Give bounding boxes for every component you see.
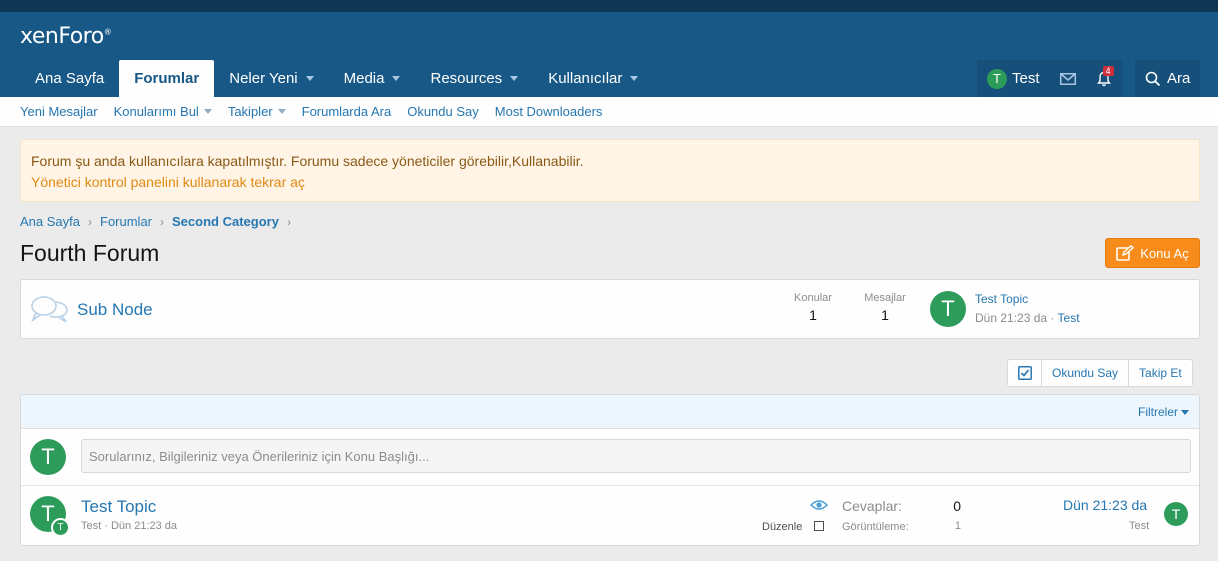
site-logo[interactable]: xenForo® xyxy=(20,24,112,49)
avatar[interactable]: T xyxy=(1164,502,1188,526)
replies-value: 0 xyxy=(953,498,961,514)
edit-checkbox[interactable] xyxy=(814,521,824,531)
sub-nav: Yeni Mesajlar Konularımı Bul Takipler Fo… xyxy=(0,97,1218,127)
search-label: Ara xyxy=(1167,70,1191,87)
breadcrumb: Ana Sayfa › Forumlar › Second Category › xyxy=(20,214,299,229)
notice-reopen-link[interactable]: Yönetici kontrol panelini kullanarak tek… xyxy=(31,172,1189,193)
filter-bar: Filtreler xyxy=(21,395,1199,429)
subnav-find-threads[interactable]: Konularımı Bul xyxy=(106,104,220,119)
subnav-new-posts[interactable]: Yeni Mesajlar xyxy=(12,104,106,119)
envelope-icon xyxy=(1059,72,1076,85)
table-row: T T Test Topic Test · Dün 21:23 da Düzen… xyxy=(21,486,1199,545)
messages-stat: Mesajlar 1 xyxy=(864,292,906,323)
checkbox-icon xyxy=(1017,366,1032,380)
main-nav: Ana Sayfa Forumlar Neler Yeni Media Reso… xyxy=(20,60,653,97)
select-toggle-button[interactable] xyxy=(1008,360,1042,386)
thread-meta: Test · Dün 21:23 da xyxy=(81,520,178,532)
subnav-search-forums[interactable]: Forumlarda Ara xyxy=(294,104,400,119)
account-button[interactable]: T Test xyxy=(977,60,1050,97)
user-area: T Test 4 xyxy=(977,60,1122,97)
forum-actions: Okundu Say Takip Et xyxy=(1007,359,1193,387)
filters-button[interactable]: Filtreler xyxy=(1138,405,1189,419)
last-poster-mini-avatar[interactable]: T xyxy=(51,518,70,537)
last-post-title[interactable]: Test Topic xyxy=(975,292,1028,306)
chevron-down-icon[interactable] xyxy=(305,76,314,81)
board-closed-notice: Forum şu anda kullanıcılara kapatılmıştı… xyxy=(20,139,1200,202)
chevron-down-icon[interactable] xyxy=(277,109,286,114)
thread-list: Filtreler T T T Test Topic Test · Dün 21… xyxy=(20,394,1200,546)
notice-text: Forum şu anda kullanıcılara kapatılmıştı… xyxy=(31,153,584,169)
username: Test xyxy=(1012,70,1040,87)
breadcrumb-category[interactable]: Second Category xyxy=(172,214,279,229)
topics-stat: Konular 1 xyxy=(794,292,832,323)
last-post-user[interactable]: Test xyxy=(1129,520,1149,532)
breadcrumb-home[interactable]: Ana Sayfa xyxy=(20,214,80,229)
avatar[interactable]: T xyxy=(930,291,966,327)
node-title[interactable]: Sub Node xyxy=(77,300,153,320)
replies-label: Cevaplar: xyxy=(842,498,902,514)
edit-icon xyxy=(1116,245,1135,261)
nav-members[interactable]: Kullanıcılar xyxy=(533,60,653,97)
nav-forums[interactable]: Forumlar xyxy=(119,60,215,97)
chevron-down-icon[interactable] xyxy=(392,76,401,81)
watch-button[interactable]: Takip Et xyxy=(1129,360,1192,386)
avatar[interactable]: T xyxy=(30,439,66,475)
subnav-mark-read[interactable]: Okundu Say xyxy=(399,104,487,119)
chevron-right-icon: › xyxy=(286,214,291,229)
search-button[interactable]: Ara xyxy=(1135,60,1201,97)
chevron-down-icon xyxy=(1181,409,1189,415)
alerts-button[interactable]: 4 xyxy=(1086,60,1122,97)
quick-thread-row: T xyxy=(21,429,1199,486)
views-label: Görüntüleme: xyxy=(842,521,909,533)
thread-title[interactable]: Test Topic xyxy=(81,497,156,517)
thread-date[interactable]: Dün 21:23 da xyxy=(111,520,177,532)
views-value: 1 xyxy=(954,520,961,532)
discussion-icon xyxy=(30,293,70,328)
edit-label: Düzenle xyxy=(762,521,803,533)
chevron-right-icon: › xyxy=(88,214,92,229)
nav-home[interactable]: Ana Sayfa xyxy=(20,60,119,97)
alerts-badge: 4 xyxy=(1102,66,1114,76)
chevron-right-icon: › xyxy=(160,214,165,229)
new-thread-button[interactable]: Konu Aç xyxy=(1105,238,1200,268)
last-post-meta: Dün 21:23 da · Test xyxy=(975,311,1080,325)
chevron-down-icon[interactable] xyxy=(630,76,639,81)
breadcrumb-forums[interactable]: Forumlar xyxy=(100,214,152,229)
search-icon xyxy=(1145,71,1161,86)
chevron-down-icon[interactable] xyxy=(203,109,212,114)
page-title: Fourth Forum xyxy=(20,240,160,266)
chevron-down-icon[interactable] xyxy=(510,76,519,81)
thread-author[interactable]: Test xyxy=(81,520,101,532)
mark-read-button[interactable]: Okundu Say xyxy=(1042,360,1130,386)
inbox-button[interactable] xyxy=(1050,60,1086,97)
quick-thread-title-input[interactable] xyxy=(81,439,1191,473)
last-post-date[interactable]: Dün 21:23 da xyxy=(1063,497,1147,513)
nav-media[interactable]: Media xyxy=(329,60,416,97)
site-header: xenForo® Ana Sayfa Forumlar Neler Yeni M… xyxy=(0,0,1218,97)
subnav-most-downloaders[interactable]: Most Downloaders xyxy=(487,104,611,119)
avatar: T xyxy=(987,68,1007,89)
nav-resources[interactable]: Resources xyxy=(415,60,533,97)
eye-icon[interactable] xyxy=(809,499,829,514)
sub-forum-node: Sub Node Konular 1 Mesajlar 1 T Test Top… xyxy=(20,279,1200,339)
nav-whats-new[interactable]: Neler Yeni xyxy=(214,60,328,97)
subnav-watched[interactable]: Takipler xyxy=(220,104,294,119)
last-post-user[interactable]: Test xyxy=(1058,311,1080,325)
